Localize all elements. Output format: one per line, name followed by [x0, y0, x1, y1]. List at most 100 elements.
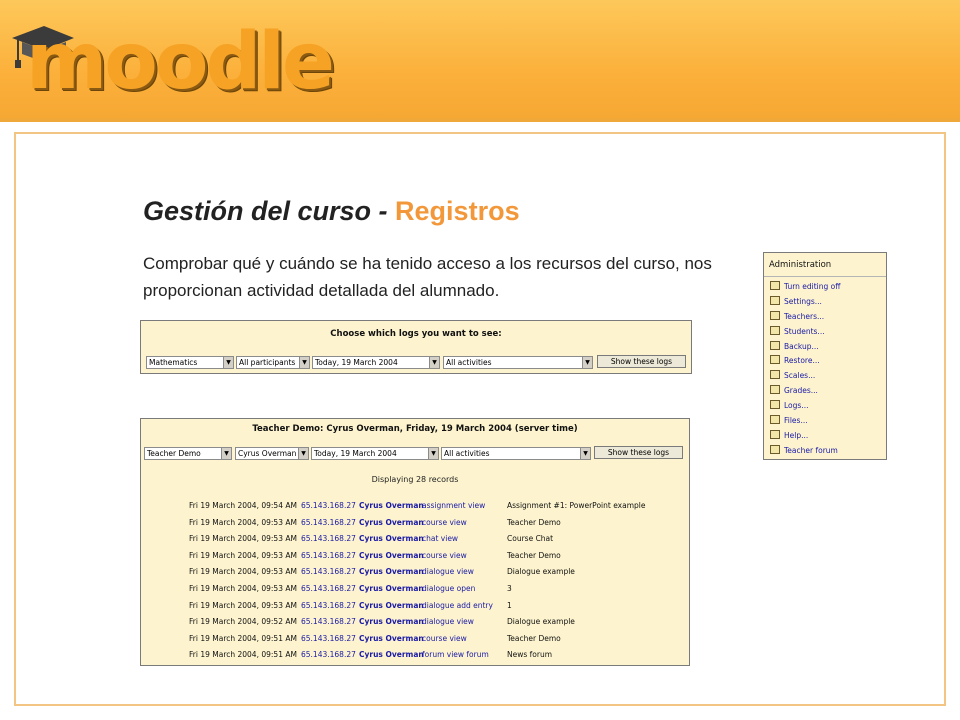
course-select[interactable]: Teacher Demo ▼: [144, 447, 232, 460]
log-row: Fri 19 March 2004, 09:51 AM 65.143.168.27…: [141, 648, 689, 662]
logo-text: moodle: [26, 17, 335, 107]
admin-item[interactable]: Restore...: [764, 354, 886, 369]
log-ip-link[interactable]: 65.143.168.27: [301, 516, 356, 530]
show-logs-button[interactable]: Show these logs: [597, 355, 686, 368]
participants-select[interactable]: All participants ▼: [236, 356, 310, 369]
admin-item[interactable]: Backup...: [764, 340, 886, 355]
admin-item[interactable]: Scales...: [764, 369, 886, 384]
show-logs-button[interactable]: Show these logs: [594, 446, 683, 459]
log-info: 1: [507, 600, 512, 610]
log-info: Dialogue example: [507, 567, 575, 577]
log-row: Fri 19 March 2004, 09:54 AM 65.143.168.27…: [141, 499, 689, 513]
log-action-link[interactable]: course view: [422, 632, 467, 646]
moodle-logo: moodle: [8, 14, 335, 104]
log-action-link[interactable]: assignment view: [422, 499, 485, 513]
log-user-link[interactable]: Cyrus Overman: [359, 582, 424, 596]
administration-block: Administration Turn editing off Settings.…: [763, 252, 887, 460]
admin-item[interactable]: Teacher forum: [764, 444, 886, 459]
admin-item-label: Logs...: [784, 401, 809, 411]
admin-item-label: Backup...: [784, 341, 819, 351]
date-select[interactable]: Today, 19 March 2004 ▼: [311, 447, 439, 460]
log-ip-link[interactable]: 65.143.168.27: [301, 615, 356, 629]
log-row: Fri 19 March 2004, 09:52 AM 65.143.168.27…: [141, 615, 689, 629]
log-ip-link[interactable]: 65.143.168.27: [301, 549, 356, 563]
log-date: Fri 19 March 2004, 09:51 AM: [189, 633, 297, 643]
admin-item[interactable]: Settings...: [764, 295, 886, 310]
log-user-link[interactable]: Cyrus Overman: [359, 549, 424, 563]
date-select-value: Today, 19 March 2004: [314, 449, 397, 458]
date-select[interactable]: Today, 19 March 2004 ▼: [312, 356, 440, 369]
log-action-link[interactable]: dialogue add entry: [422, 599, 493, 613]
log-action-link[interactable]: chat view: [422, 532, 458, 546]
activities-select[interactable]: All activities ▼: [441, 447, 591, 460]
user-select-value: Cyrus Overman: [238, 449, 297, 458]
course-select-value: Mathematics: [149, 358, 198, 367]
log-row: Fri 19 March 2004, 09:53 AM 65.143.168.27…: [141, 599, 689, 613]
log-action-link[interactable]: course view: [422, 516, 467, 530]
log-user-link[interactable]: Cyrus Overman: [359, 648, 424, 662]
slide-title: Gestión del curso - Registros: [143, 196, 520, 227]
activities-select-value: All activities: [446, 358, 492, 367]
log-action-link[interactable]: dialogue open: [422, 582, 475, 596]
log-action-link[interactable]: forum view forum: [422, 648, 489, 662]
log-user-link[interactable]: Cyrus Overman: [359, 532, 424, 546]
user-select[interactable]: Cyrus Overman ▼: [235, 447, 309, 460]
help-icon: [770, 429, 780, 439]
admin-item[interactable]: Files...: [764, 414, 886, 429]
log-date: Fri 19 March 2004, 09:52 AM: [189, 617, 297, 627]
folder-icon: [770, 415, 780, 425]
log-action-link[interactable]: dialogue view: [422, 615, 474, 629]
log-user-link[interactable]: Cyrus Overman: [359, 499, 424, 513]
log-ip-link[interactable]: 65.143.168.27: [301, 499, 356, 513]
log-date: Fri 19 March 2004, 09:53 AM: [189, 584, 297, 593]
admin-item[interactable]: Grades...: [764, 384, 886, 399]
edit-icon: [770, 281, 780, 290]
log-ip-link[interactable]: 65.143.168.27: [301, 582, 356, 596]
administration-heading: Administration: [764, 253, 886, 277]
log-ip-link[interactable]: 65.143.168.27: [301, 565, 356, 579]
chevron-down-icon: ▼: [429, 357, 439, 368]
forum-icon: [770, 444, 780, 454]
header-band: moodle: [0, 0, 960, 122]
log-ip-link[interactable]: 65.143.168.27: [301, 599, 356, 613]
chevron-down-icon: ▼: [582, 357, 592, 368]
log-user-link[interactable]: Cyrus Overman: [359, 599, 424, 613]
log-action-link[interactable]: course view: [422, 549, 467, 563]
log-date: Fri 19 March 2004, 09:51 AM: [189, 650, 297, 660]
admin-item-label: Students...: [784, 326, 825, 336]
log-ip-link[interactable]: 65.143.168.27: [301, 532, 356, 546]
log-filter-heading: Choose which logs you want to see:: [330, 329, 502, 339]
date-select-value: Today, 19 March 2004: [315, 358, 398, 367]
log-results-heading: Teacher Demo: Cyrus Overman, Friday, 19 …: [252, 424, 578, 434]
log-results-panel: Teacher Demo: Cyrus Overman, Friday, 19 …: [140, 418, 690, 666]
administration-list: Turn editing off Settings... Teachers... St…: [764, 277, 886, 459]
participants-select-value: All participants: [239, 358, 296, 367]
log-user-link[interactable]: Cyrus Overman: [359, 632, 424, 646]
log-user-link[interactable]: Cyrus Overman: [359, 565, 424, 579]
admin-item[interactable]: Help...: [764, 429, 886, 444]
admin-item-label: Settings...: [784, 296, 822, 306]
log-info: Teacher Demo: [507, 517, 561, 527]
log-user-link[interactable]: Cyrus Overman: [359, 516, 424, 530]
admin-item[interactable]: Logs...: [764, 399, 886, 414]
log-ip-link[interactable]: 65.143.168.27: [301, 648, 356, 662]
log-user-link[interactable]: Cyrus Overman: [359, 615, 424, 629]
admin-item-label: Help...: [784, 430, 809, 440]
log-filter-panel: Choose which logs you want to see: Mathe…: [140, 320, 692, 374]
chevron-down-icon: ▼: [221, 448, 231, 459]
course-select-value: Teacher Demo: [147, 449, 201, 458]
log-info: Teacher Demo: [507, 633, 561, 643]
log-action-link[interactable]: dialogue view: [422, 565, 474, 579]
admin-item[interactable]: Teachers...: [764, 310, 886, 325]
log-ip-link[interactable]: 65.143.168.27: [301, 632, 356, 646]
log-info: Assignment #1: PowerPoint example: [507, 501, 646, 510]
backup-icon: [770, 340, 780, 350]
admin-item[interactable]: Students...: [764, 325, 886, 340]
admin-item[interactable]: Turn editing off: [764, 280, 886, 295]
course-select[interactable]: Mathematics ▼: [146, 356, 234, 369]
students-icon: [770, 325, 780, 335]
log-row: Fri 19 March 2004, 09:51 AM 65.143.168.27…: [141, 632, 689, 646]
activities-select[interactable]: All activities ▼: [443, 356, 593, 369]
log-info: Teacher Demo: [507, 550, 561, 560]
chevron-down-icon: ▼: [580, 448, 590, 459]
